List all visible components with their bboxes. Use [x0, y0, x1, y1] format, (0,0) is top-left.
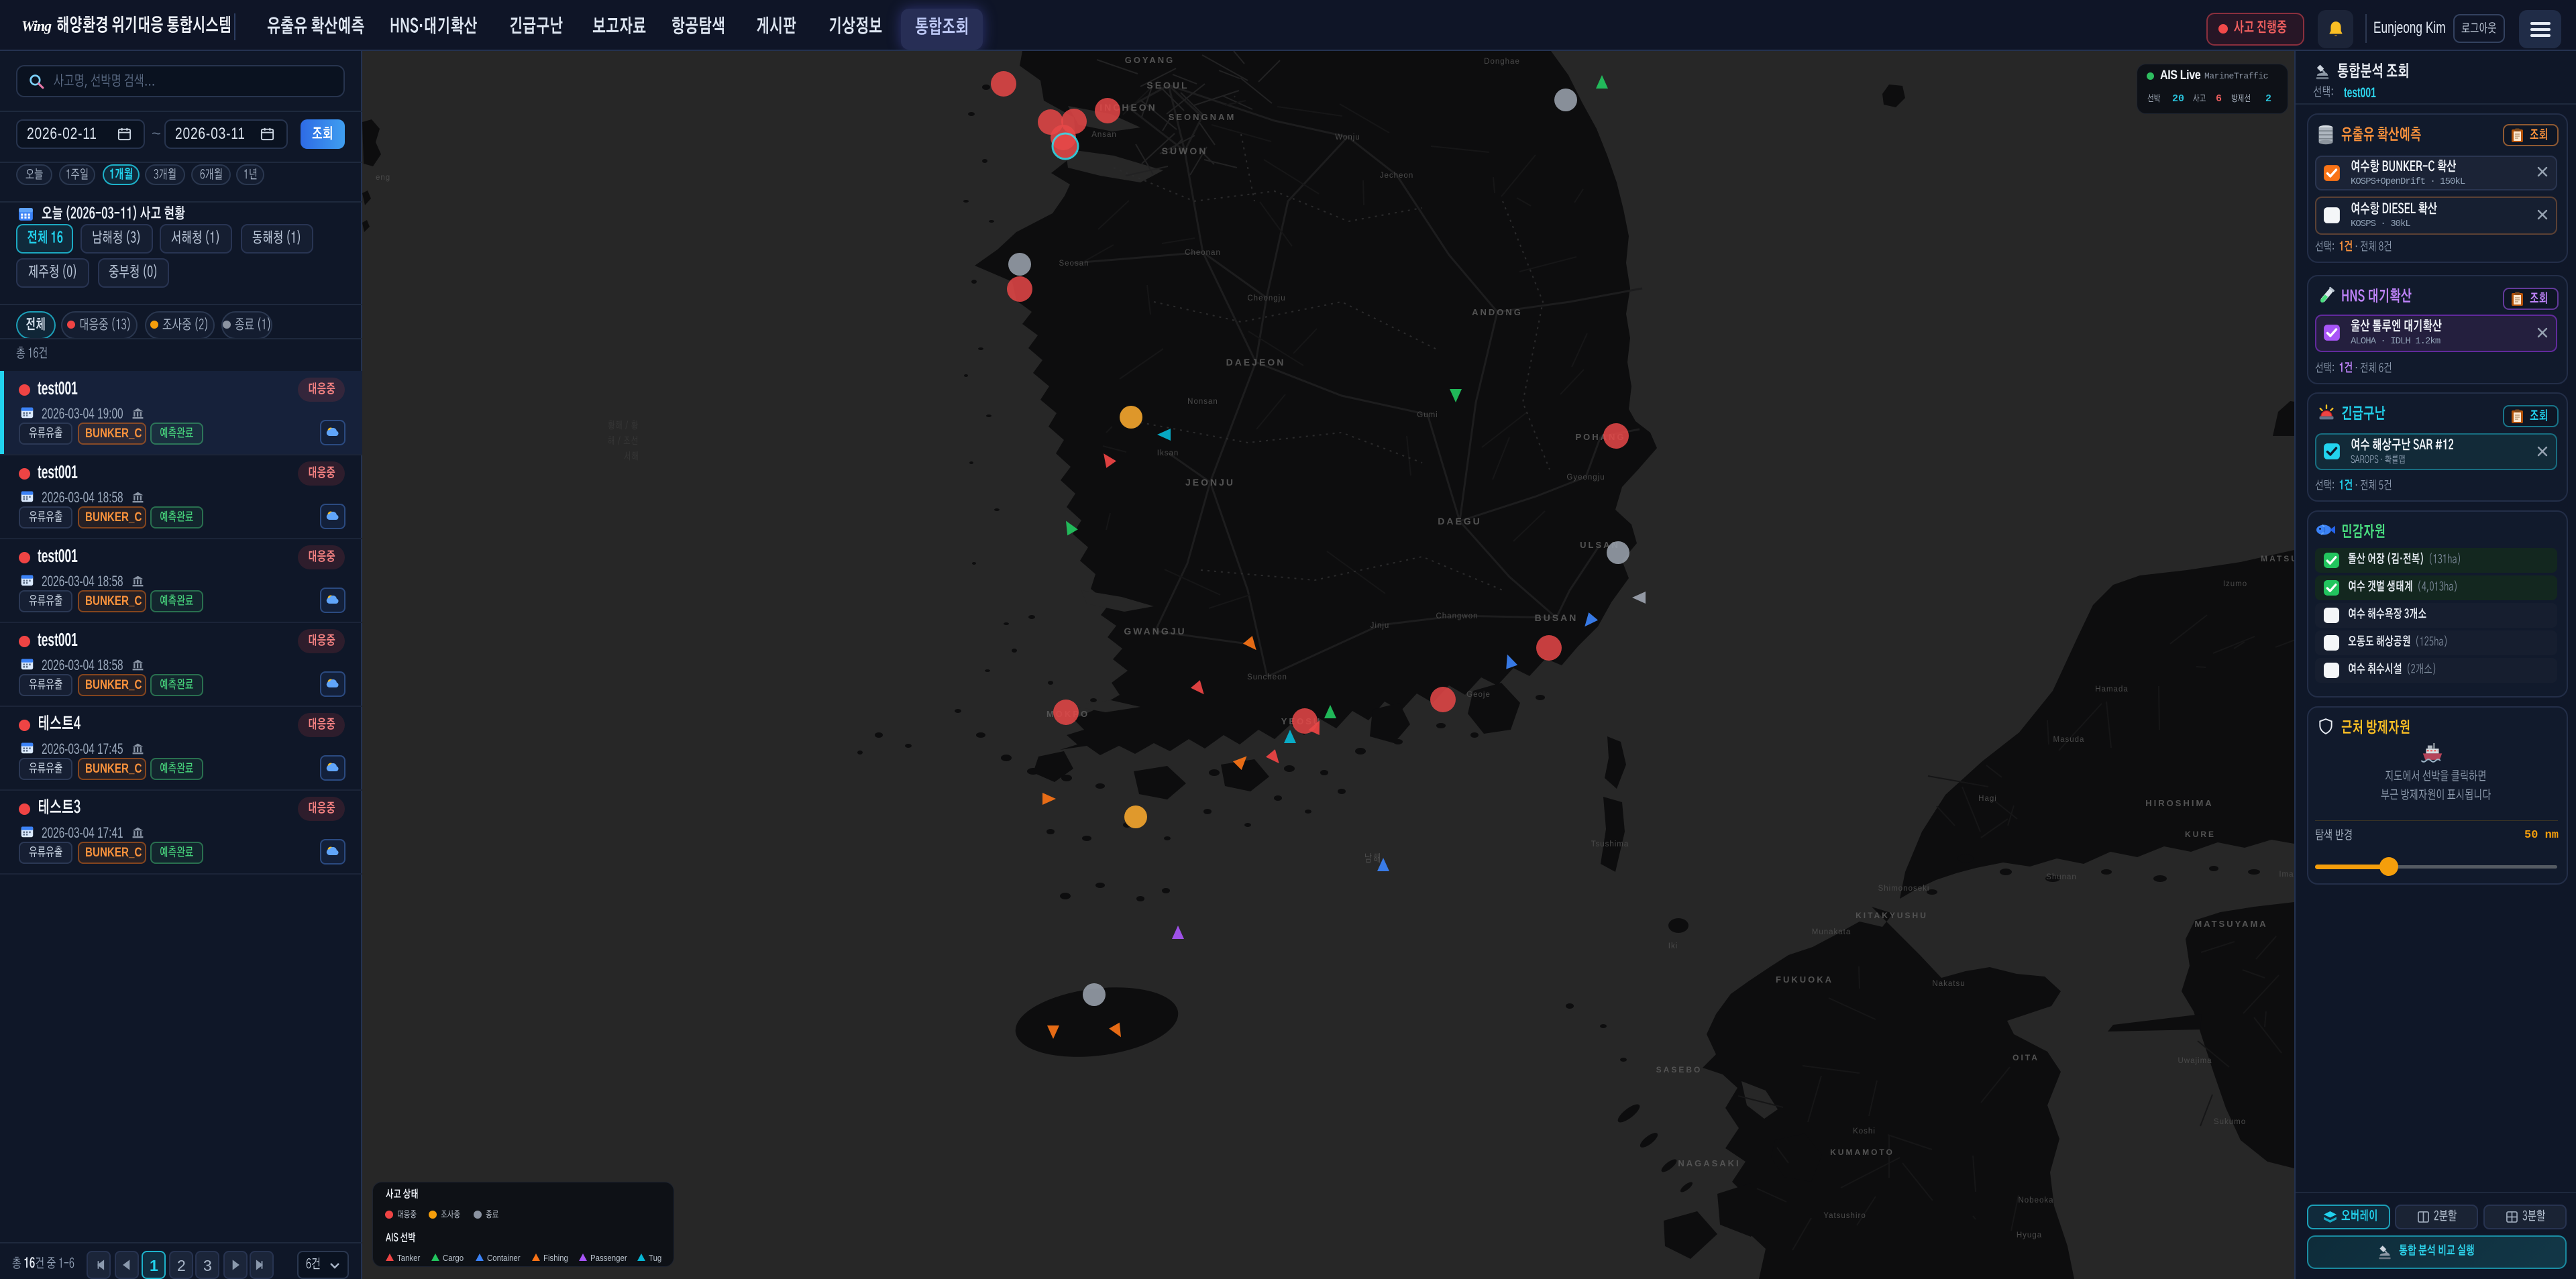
- svg-text:Gyeongju: Gyeongju: [1566, 474, 1605, 482]
- svg-text:Ansan: Ansan: [1091, 131, 1117, 139]
- svg-text:NAGASAKI: NAGASAKI: [1678, 1158, 1740, 1168]
- svg-text:Hyuga: Hyuga: [2017, 1231, 2042, 1239]
- svg-text:BUSAN: BUSAN: [1535, 612, 1578, 623]
- svg-text:KURE: KURE: [2185, 830, 2216, 839]
- svg-text:Shunan: Shunan: [2046, 873, 2077, 881]
- svg-text:Masuda: Masuda: [2053, 736, 2085, 744]
- svg-text:Jinju: Jinju: [1371, 622, 1390, 630]
- svg-text:Iki: Iki: [1668, 942, 1678, 950]
- svg-text:SEOUL: SEOUL: [1146, 80, 1189, 91]
- svg-text:Changwon: Changwon: [1436, 612, 1479, 620]
- svg-text:eng: eng: [376, 174, 390, 182]
- svg-text:Suncheon: Suncheon: [1247, 673, 1287, 681]
- svg-text:JEONJU: JEONJU: [1185, 477, 1235, 488]
- svg-text:Yatsushiro: Yatsushiro: [1823, 1212, 1866, 1220]
- svg-text:MATSUYAMA: MATSUYAMA: [2194, 919, 2267, 929]
- svg-text:Munakata: Munakata: [1812, 928, 1851, 936]
- svg-text:Jecheon: Jecheon: [1380, 172, 1413, 180]
- svg-text:SEONGNAM: SEONGNAM: [1169, 112, 1236, 122]
- svg-text:Tsushima: Tsushima: [1591, 840, 1629, 848]
- svg-text:Wonju: Wonju: [1335, 133, 1360, 142]
- svg-text:Nakatsu: Nakatsu: [1932, 980, 1965, 988]
- svg-text:Gumi: Gumi: [1417, 411, 1438, 419]
- svg-text:FUKUOKA: FUKUOKA: [1776, 975, 1833, 985]
- svg-text:Cheongju: Cheongju: [1247, 294, 1285, 302]
- svg-text:Donghae: Donghae: [1484, 58, 1520, 66]
- svg-text:Koshi: Koshi: [1853, 1127, 1876, 1135]
- svg-text:Geoje: Geoje: [1466, 691, 1491, 699]
- svg-text:Sukumo: Sukumo: [2214, 1118, 2246, 1126]
- svg-text:Hamada: Hamada: [2095, 685, 2128, 693]
- svg-text:DAEJEON: DAEJEON: [1226, 357, 1286, 368]
- svg-text:ANDONG: ANDONG: [1472, 307, 1523, 317]
- svg-text:Cheonan: Cheonan: [1185, 249, 1221, 257]
- svg-text:GOYANG: GOYANG: [1125, 55, 1175, 65]
- svg-text:Shimonoseki: Shimonoseki: [1878, 885, 1930, 893]
- svg-text:Nobeoka: Nobeoka: [2018, 1197, 2053, 1205]
- svg-text:Hagi: Hagi: [1978, 795, 1997, 803]
- svg-text:Imabari: Imabari: [2279, 871, 2294, 879]
- svg-text:Uwajima: Uwajima: [2178, 1057, 2212, 1065]
- svg-text:MATSUE: MATSUE: [2261, 554, 2294, 563]
- svg-text:OITA: OITA: [2012, 1053, 2039, 1062]
- svg-text:DAEGU: DAEGU: [1438, 516, 1482, 526]
- svg-text:Izumo: Izumo: [2223, 580, 2247, 588]
- svg-text:Nonsan: Nonsan: [1187, 398, 1218, 406]
- svg-text:Seosan: Seosan: [1059, 260, 1089, 268]
- svg-text:KITAKYUSHU: KITAKYUSHU: [1856, 911, 1928, 920]
- svg-text:GWANGJU: GWANGJU: [1124, 626, 1186, 636]
- svg-text:KUMAMOTO: KUMAMOTO: [1830, 1148, 1894, 1157]
- svg-text:Iksan: Iksan: [1157, 449, 1179, 457]
- svg-text:SUWON: SUWON: [1162, 146, 1208, 156]
- svg-text:SASEBO: SASEBO: [1656, 1065, 1703, 1074]
- svg-text:HIROSHIMA: HIROSHIMA: [2145, 798, 2213, 808]
